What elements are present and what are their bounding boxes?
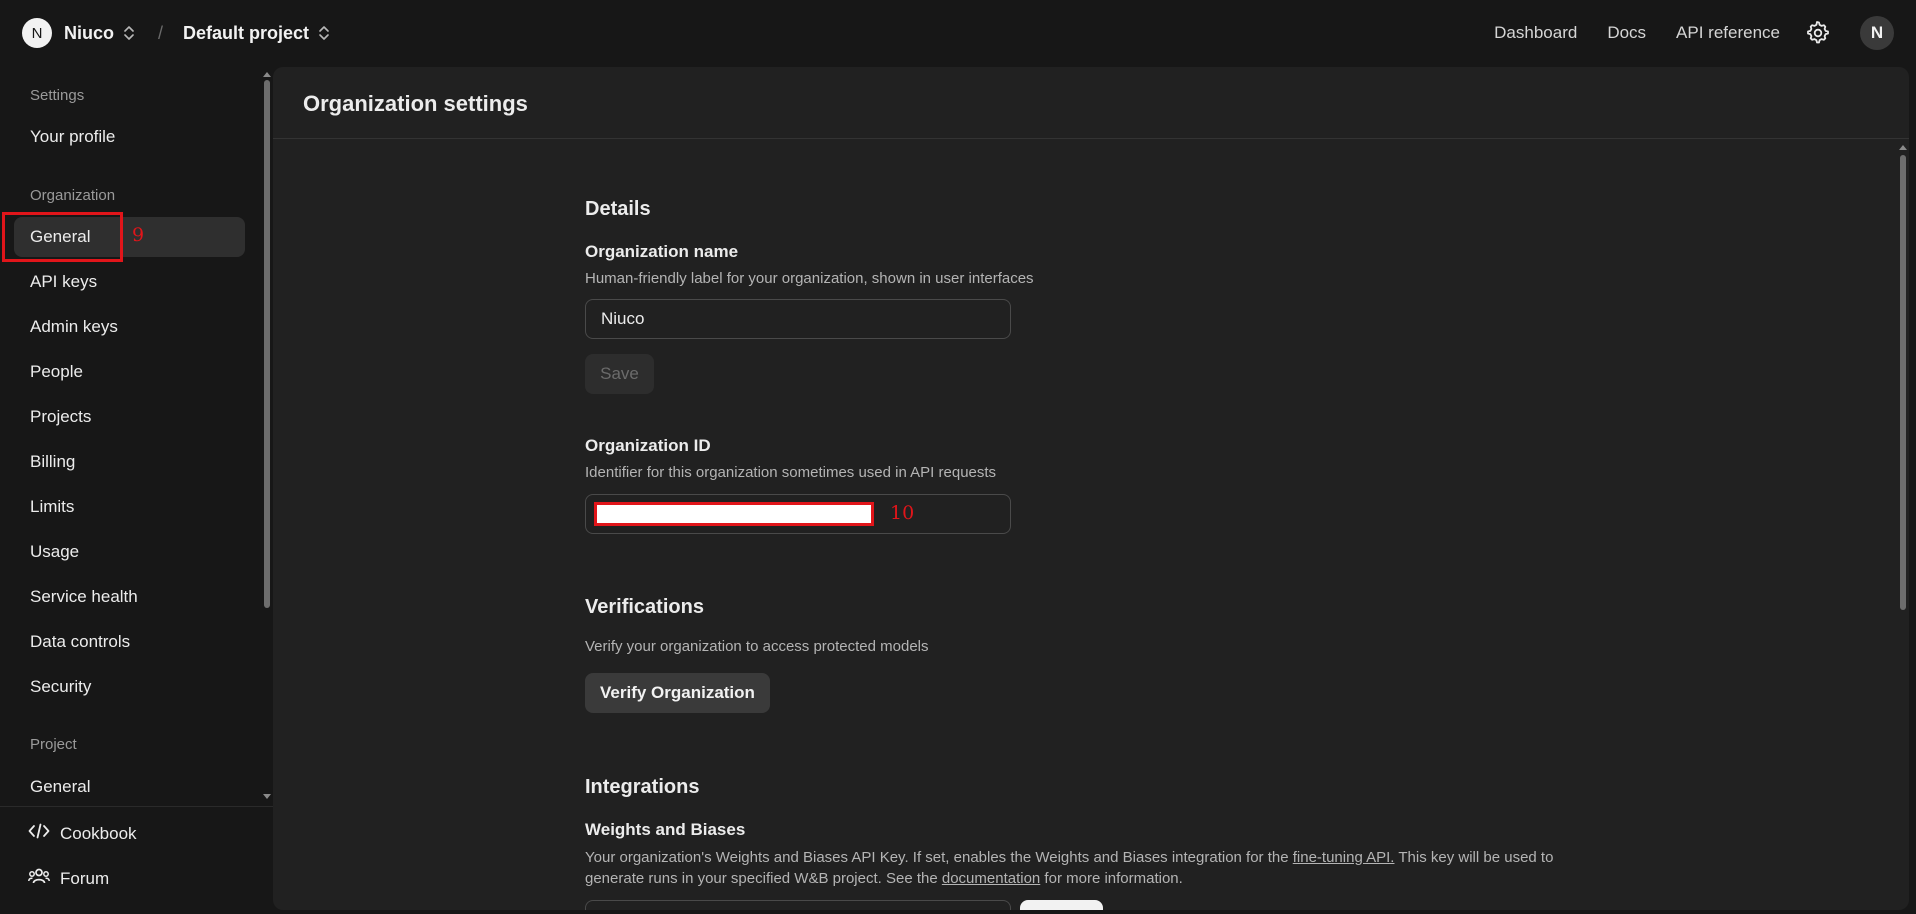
code-icon [28, 823, 50, 844]
annotation-box-general [2, 212, 123, 262]
sidebar-item-admin-keys[interactable]: Admin keys [14, 307, 245, 347]
integrations-heading: Integrations [585, 776, 700, 798]
scroll-down-arrow-icon[interactable] [263, 794, 271, 799]
main-scrollbar-thumb[interactable] [1900, 155, 1906, 610]
scroll-up-arrow-icon[interactable] [263, 72, 271, 77]
api-reference-link[interactable]: API reference [1676, 23, 1780, 43]
organization-section-label: Organization [30, 187, 116, 204]
wb-text-part-3: for more information. [1040, 870, 1183, 887]
sidebar-item-usage[interactable]: Usage [14, 532, 245, 572]
cookbook-link[interactable]: Cookbook [28, 823, 137, 844]
top-bar: N Niuco / Default project Dashboard Docs… [0, 0, 1916, 66]
sidebar-item-your-profile[interactable]: Your profile [14, 117, 245, 157]
wb-text-part-1: Your organization's Weights and Biases A… [585, 849, 1293, 866]
org-id-description: Identifier for this organization sometim… [585, 464, 997, 481]
sidebar-scrollbar[interactable] [262, 66, 272, 804]
weights-and-biases-description: Your organization's Weights and Biases A… [585, 847, 1585, 889]
fine-tuning-api-link[interactable]: fine-tuning API. [1293, 849, 1395, 866]
wb-api-key-input[interactable] [585, 900, 1011, 910]
sidebar-item-limits[interactable]: Limits [14, 487, 245, 527]
org-switcher-name[interactable]: Niuco [64, 23, 114, 44]
wb-save-button[interactable] [1020, 900, 1103, 910]
verifications-description: Verify your organization to access prote… [585, 638, 929, 655]
people-icon [28, 868, 50, 889]
sidebar-item-billing[interactable]: Billing [14, 442, 245, 482]
verifications-heading: Verifications [585, 596, 704, 618]
project-switcher-name[interactable]: Default project [183, 23, 309, 44]
dashboard-link[interactable]: Dashboard [1494, 23, 1577, 43]
main-header: Organization settings [273, 67, 1909, 139]
org-name-input[interactable]: Niuco [585, 299, 1011, 339]
main-scrollbar[interactable] [1897, 143, 1909, 910]
annotation-marker-9: 9 [132, 224, 145, 246]
main-panel: Organization settings Details Organizati… [273, 67, 1909, 910]
docs-link[interactable]: Docs [1607, 23, 1646, 43]
sidebar: Settings Your profile Organization Gener… [0, 66, 273, 914]
sidebar-nav: Settings Your profile Organization Gener… [0, 66, 260, 804]
sidebar-item-security[interactable]: Security [14, 667, 245, 707]
redacted-org-id [594, 502, 874, 526]
sidebar-item-api-keys[interactable]: API keys [14, 262, 245, 302]
sidebar-item-projects[interactable]: Projects [14, 397, 245, 437]
cookbook-label: Cookbook [60, 823, 137, 843]
settings-gear-icon[interactable] [1806, 21, 1830, 45]
save-button[interactable]: Save [585, 354, 654, 394]
org-id-label: Organization ID [585, 436, 711, 455]
org-name-label: Organization name [585, 242, 739, 261]
forum-label: Forum [60, 868, 110, 888]
sidebar-item-people[interactable]: People [14, 352, 245, 392]
sidebar-item-project-general[interactable]: General [14, 767, 245, 804]
weights-and-biases-label: Weights and Biases [585, 820, 746, 839]
verify-organization-button[interactable]: Verify Organization [585, 673, 770, 713]
org-avatar[interactable]: N [22, 18, 52, 48]
org-id-field[interactable]: 10 [585, 494, 1011, 534]
details-heading: Details [585, 198, 651, 220]
breadcrumb-separator: / [158, 22, 164, 43]
sidebar-divider [0, 806, 273, 807]
scroll-up-arrow-icon[interactable] [1899, 145, 1907, 150]
chevron-up-down-icon[interactable] [317, 25, 331, 41]
documentation-link[interactable]: documentation [942, 870, 1040, 887]
sidebar-scrollbar-thumb[interactable] [264, 80, 270, 608]
annotation-marker-10: 10 [890, 502, 915, 524]
page-title: Organization settings [303, 91, 528, 116]
sidebar-item-data-controls[interactable]: Data controls [14, 622, 245, 662]
sidebar-item-service-health[interactable]: Service health [14, 577, 245, 617]
org-name-description: Human-friendly label for your organizati… [585, 270, 1034, 287]
chevron-up-down-icon[interactable] [122, 25, 136, 41]
settings-section-label: Settings [30, 87, 85, 104]
user-avatar[interactable]: N [1860, 16, 1894, 50]
forum-link[interactable]: Forum [28, 868, 109, 889]
project-section-label: Project [30, 736, 77, 753]
